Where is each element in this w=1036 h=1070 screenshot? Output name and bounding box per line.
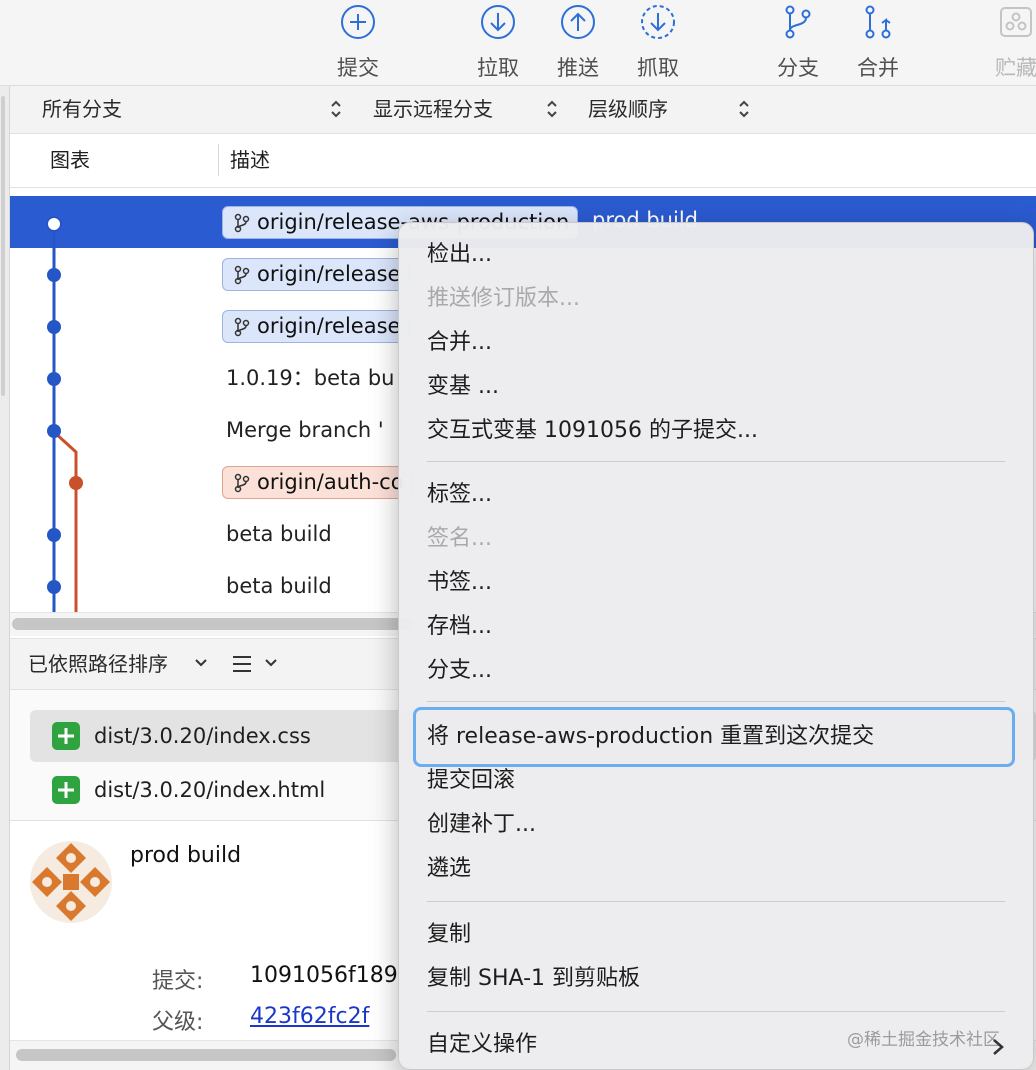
column-divider[interactable] (218, 144, 219, 176)
list-view-icon[interactable] (232, 654, 252, 674)
file-path: dist/3.0.20/index.css (94, 724, 311, 748)
commit-button[interactable]: 提交 (318, 4, 398, 82)
arrow-down-circle-icon (481, 5, 515, 39)
plus-circle-icon (341, 5, 375, 39)
branch-icon (234, 265, 250, 285)
merge-icon (865, 5, 891, 39)
menu-item-merge[interactable]: 合并... (427, 323, 492, 363)
commit-message-full: prod build (130, 843, 242, 868)
push-button[interactable]: 推送 (538, 4, 618, 82)
menu-item-interactive-rebase[interactable]: 交互式变基 1091056 的子提交... (427, 411, 758, 451)
chevron-right-icon (993, 1039, 1004, 1055)
parent-hash-label: 父级: (152, 1010, 204, 1035)
commit-hash-label: 提交: (152, 969, 204, 994)
menu-item-create-patch[interactable]: 创建补丁... (427, 805, 536, 845)
menu-item-push-revision[interactable]: 推送修订版本... (427, 279, 580, 319)
commit-message: 1.0.19：beta bu (226, 366, 395, 390)
menu-item-copy[interactable]: 复制 (427, 915, 471, 955)
fetch-button[interactable]: 抓取 (618, 4, 698, 82)
commit-label: 提交 (337, 56, 379, 80)
branch-tag-label: origin/release (257, 314, 401, 338)
branch-icon (234, 473, 250, 493)
toolbar: 提交 拉取 推送 抓取 分支 合并 贮藏 (0, 0, 1036, 86)
fetch-dashed-circle-icon (641, 5, 675, 39)
menu-item-cherry-pick[interactable]: 遴选 (427, 849, 471, 889)
branch-icon (785, 5, 811, 39)
branch-icon (234, 213, 250, 233)
chevron-down-icon[interactable] (264, 658, 278, 668)
filter-bar: 所有分支 显示远程分支 层级顺序 (10, 86, 1036, 134)
menu-item-reset[interactable]: 将 release-aws-production 重置到这次提交 (427, 717, 874, 757)
branch-tag[interactable]: origin/release (222, 258, 410, 291)
branch-label: 分支 (777, 56, 819, 80)
watermark: @稀土掘金技术社区 (847, 1030, 1000, 1050)
remote-filter-select[interactable]: 显示远程分支 (373, 86, 493, 134)
context-menu: 检出... 推送修订版本... 合并... 变基 ... 交互式变基 10910… (398, 222, 1034, 1070)
order-filter-select[interactable]: 层级顺序 (588, 86, 668, 134)
added-file-icon (52, 722, 80, 750)
scroll-thumb[interactable] (12, 618, 412, 630)
push-label: 推送 (557, 56, 599, 80)
menu-item-revert[interactable]: 提交回滚 (427, 761, 515, 801)
pull-button[interactable]: 拉取 (458, 4, 538, 82)
scroll-thumb[interactable] (16, 1049, 396, 1061)
graph-column-header[interactable]: 图表 (50, 134, 90, 186)
branch-tag-label: origin/release (257, 262, 401, 286)
menu-item-branch[interactable]: 分支... (427, 651, 492, 691)
stash-button[interactable]: 贮藏 (976, 4, 1036, 82)
branch-tag[interactable]: origin/auth-co (222, 466, 413, 499)
description-column-header[interactable]: 描述 (230, 134, 270, 186)
updown-chevron-icon[interactable] (330, 98, 342, 120)
updown-chevron-icon[interactable] (546, 98, 558, 120)
menu-item-checkout[interactable]: 检出... (427, 235, 492, 275)
pull-label: 拉取 (477, 56, 519, 80)
menu-separator (427, 701, 1005, 702)
stash-icon (1000, 7, 1032, 37)
commit-message: beta build (226, 522, 332, 546)
avatar (30, 841, 112, 923)
menu-item-sign[interactable]: 签名... (427, 519, 492, 559)
branches-filter-label: 所有分支 (42, 97, 122, 121)
branch-button[interactable]: 分支 (758, 4, 838, 82)
parent-hash-link[interactable]: 423f62fc2f (250, 1004, 369, 1029)
menu-item-tag[interactable]: 标签... (427, 475, 492, 515)
added-file-icon (52, 776, 80, 804)
menu-item-rebase[interactable]: 变基 ... (427, 367, 499, 407)
fetch-label: 抓取 (637, 56, 679, 80)
remote-filter-label: 显示远程分支 (373, 97, 493, 121)
branch-tag[interactable]: origin/release (222, 310, 410, 343)
menu-item-custom-actions[interactable]: 自定义操作 (427, 1025, 537, 1065)
menu-separator (427, 901, 1005, 902)
menu-separator (427, 1011, 1005, 1012)
updown-chevron-icon[interactable] (738, 98, 750, 120)
merge-label: 合并 (857, 56, 899, 80)
menu-item-bookmark[interactable]: 书签... (427, 563, 492, 603)
sidebar-scroll-thumb[interactable] (1, 96, 5, 396)
menu-item-archive[interactable]: 存档... (427, 607, 492, 647)
commit-hash-value: 1091056f189 (250, 963, 398, 988)
menu-separator (427, 461, 1005, 462)
order-filter-label: 层级顺序 (588, 97, 668, 121)
branch-tag-label: origin/auth-co (257, 470, 404, 494)
menu-item-copy-sha[interactable]: 复制 SHA-1 到剪贴板 (427, 959, 640, 999)
column-header: 图表 描述 (10, 134, 1036, 188)
branch-icon (234, 317, 250, 337)
file-path: dist/3.0.20/index.html (94, 778, 326, 802)
branches-filter-select[interactable]: 所有分支 (42, 86, 122, 134)
sidebar-edge[interactable] (0, 86, 10, 1070)
arrow-up-circle-icon (561, 5, 595, 39)
sort-select[interactable]: 已依照路径排序 (28, 639, 168, 689)
sort-label: 已依照路径排序 (28, 652, 168, 676)
stash-label: 贮藏 (995, 56, 1036, 80)
commit-message: Merge branch ' (226, 418, 384, 442)
chevron-down-icon[interactable] (194, 658, 208, 668)
commit-message: beta build (226, 574, 332, 598)
merge-button[interactable]: 合并 (838, 4, 918, 82)
